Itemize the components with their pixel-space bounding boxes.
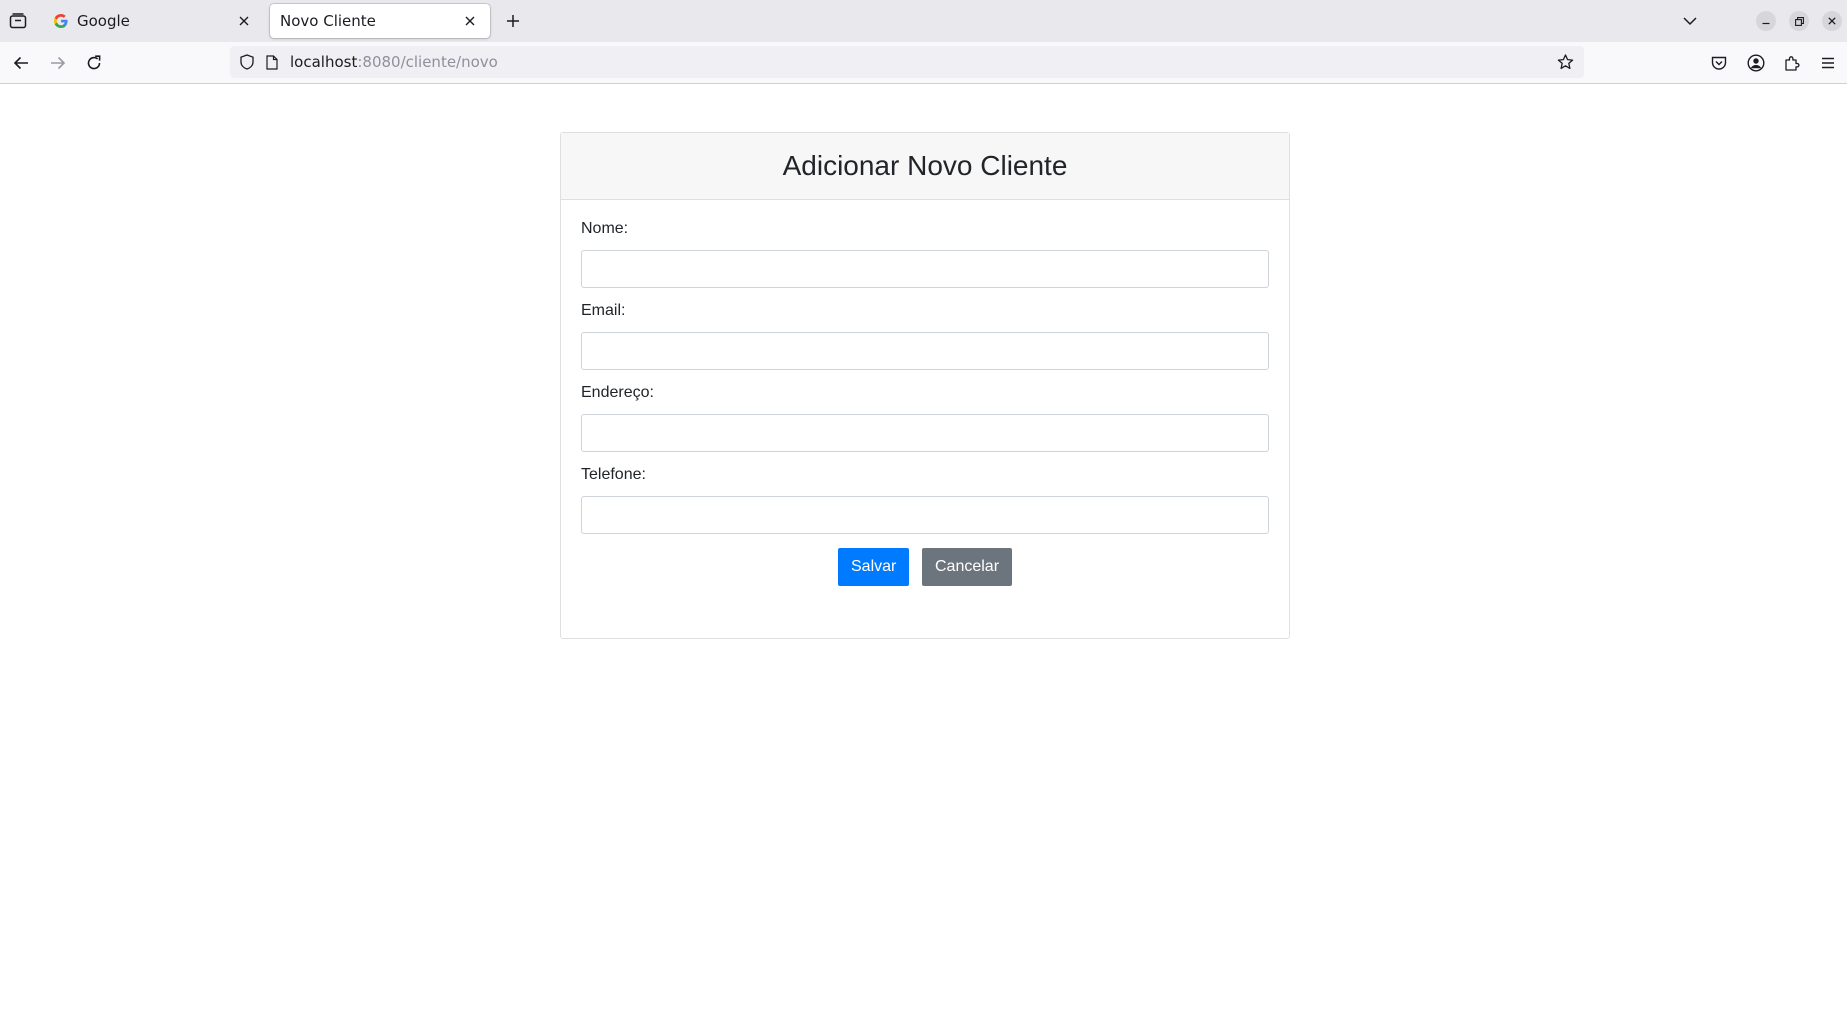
extensions-puzzle-icon[interactable]: [1781, 52, 1803, 74]
new-client-card: Adicionar Novo Cliente Nome: Email: Ende…: [560, 132, 1290, 639]
google-g-icon: [53, 13, 69, 29]
address-input[interactable]: [581, 414, 1269, 452]
page-title: Adicionar Novo Cliente: [782, 150, 1068, 181]
close-tab-icon[interactable]: [234, 11, 254, 31]
tab-bar: Google Novo Cliente: [0, 0, 1847, 42]
client-form: Nome: Email: Endereço: Telefone: Salvar …: [561, 200, 1289, 586]
name-label: Nome:: [581, 220, 629, 237]
pocket-icon[interactable]: [1708, 52, 1730, 74]
account-icon[interactable]: [1745, 52, 1767, 74]
restore-icon[interactable]: [1789, 11, 1809, 31]
tab-novo-cliente[interactable]: Novo Cliente: [270, 4, 490, 38]
save-button[interactable]: Salvar: [838, 548, 909, 586]
address-field-group: Endereço:: [581, 384, 1269, 452]
bookmark-star-icon[interactable]: [1554, 51, 1576, 73]
name-input[interactable]: [581, 250, 1269, 288]
reload-icon[interactable]: [83, 52, 105, 74]
back-arrow-icon[interactable]: [10, 52, 32, 74]
menu-hamburger-icon[interactable]: [1817, 52, 1839, 74]
page-info-icon[interactable]: [261, 51, 283, 73]
form-actions: Salvar Cancelar: [581, 548, 1269, 586]
phone-label: Telefone:: [581, 466, 646, 483]
url-text[interactable]: localhost:8080/cliente/novo: [290, 46, 498, 78]
close-tab-icon[interactable]: [460, 11, 480, 31]
close-window-icon[interactable]: [1822, 11, 1842, 31]
cancel-button[interactable]: Cancelar: [922, 548, 1012, 586]
url-path: :8080/cliente/novo: [357, 53, 498, 71]
address-label: Endereço:: [581, 384, 654, 401]
list-all-tabs-icon[interactable]: [1679, 10, 1701, 32]
phone-field-group: Telefone:: [581, 466, 1269, 534]
forward-arrow-icon[interactable]: [47, 52, 69, 74]
url-host: localhost: [290, 53, 358, 71]
tab-label: Google: [77, 12, 130, 30]
tracking-protection-shield-icon[interactable]: [236, 51, 258, 73]
navigation-toolbar: localhost:8080/cliente/novo: [0, 42, 1847, 84]
tab-list-icon[interactable]: [6, 10, 30, 32]
minimize-icon[interactable]: [1756, 11, 1776, 31]
card-header: Adicionar Novo Cliente: [561, 133, 1289, 200]
url-bar[interactable]: localhost:8080/cliente/novo: [230, 46, 1584, 78]
new-tab-icon[interactable]: [502, 10, 524, 32]
phone-input[interactable]: [581, 496, 1269, 534]
email-field-group: Email:: [581, 302, 1269, 370]
tab-google[interactable]: Google: [43, 4, 264, 38]
tab-label: Novo Cliente: [280, 12, 376, 30]
name-field-group: Nome:: [581, 220, 1269, 288]
email-label: Email:: [581, 302, 626, 319]
email-input[interactable]: [581, 332, 1269, 370]
